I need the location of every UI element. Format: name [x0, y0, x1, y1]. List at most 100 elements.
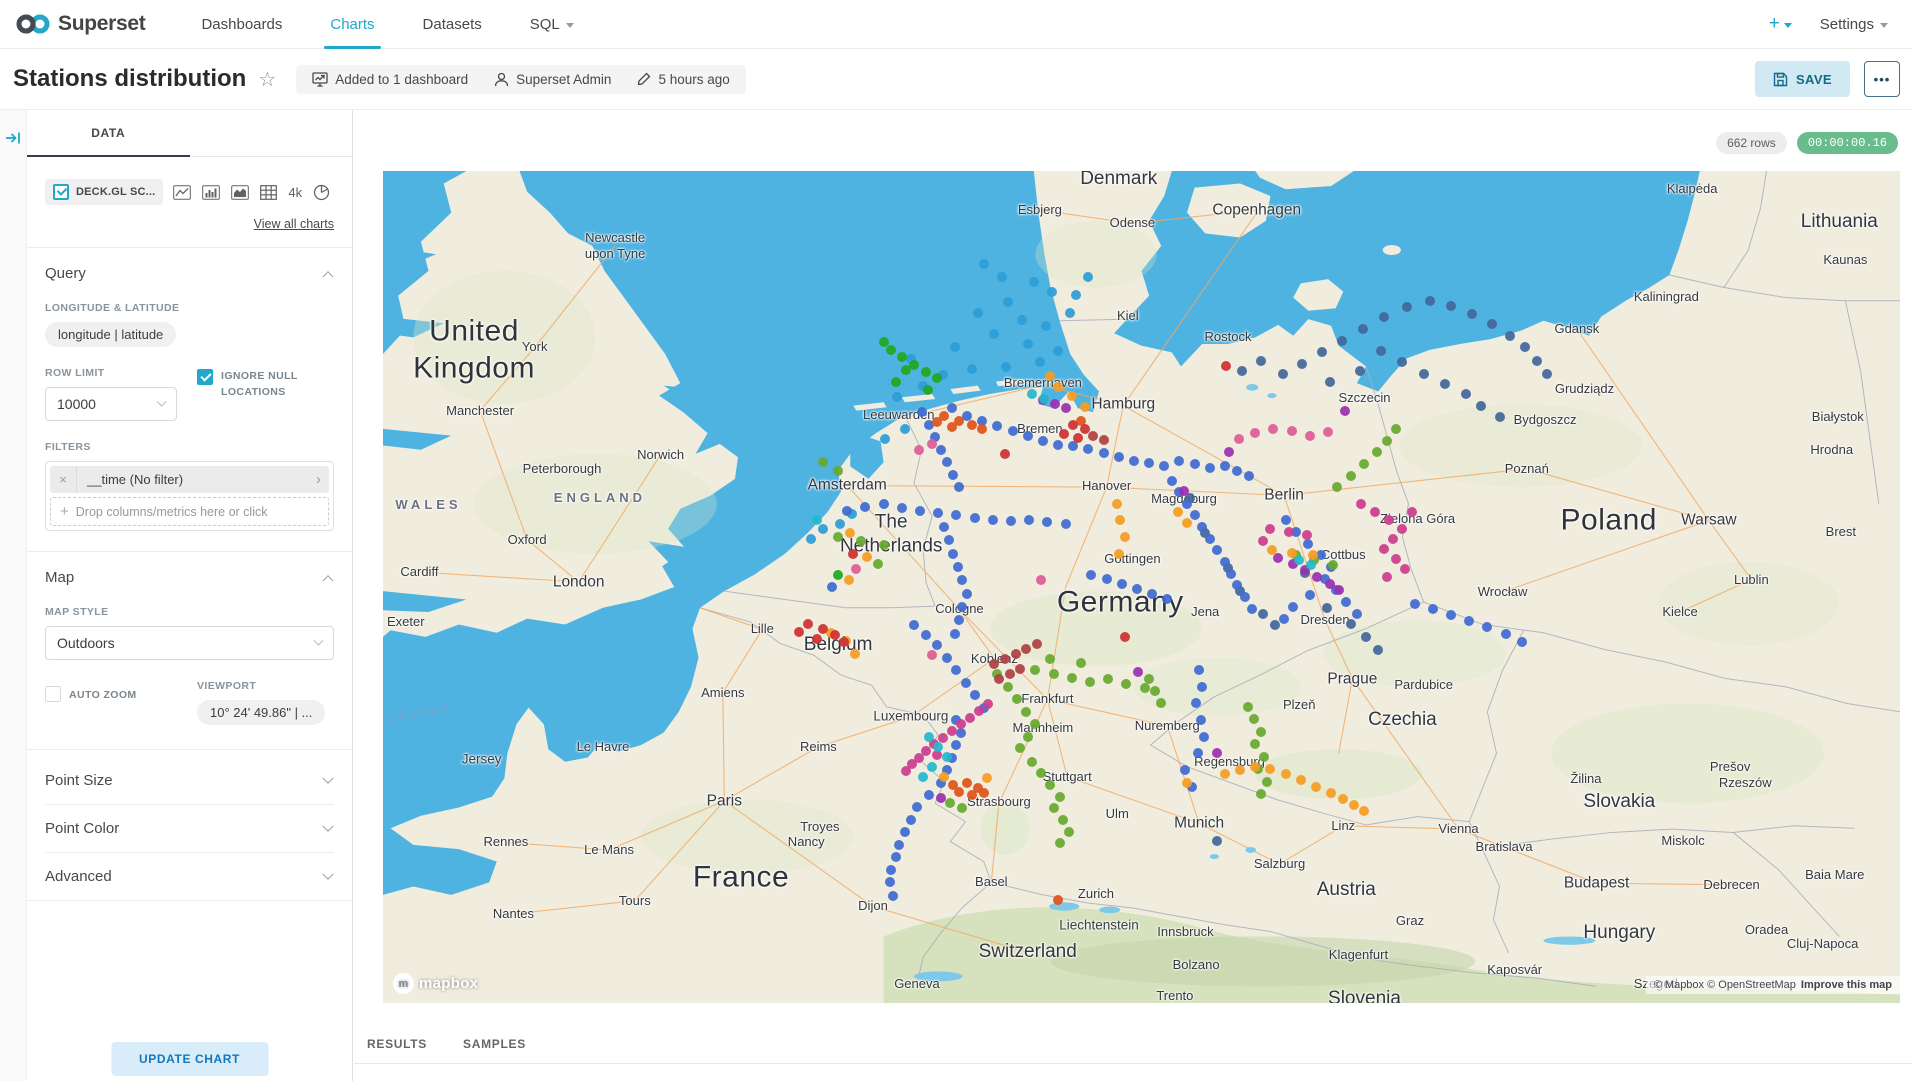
filters-box: × __time (No filter) › + Drop columns/me… — [45, 461, 334, 531]
tab-results[interactable]: RESULTS — [367, 1037, 427, 1051]
ignore-null-checkbox[interactable] — [197, 369, 213, 385]
attribution-text[interactable]: © Mapbox © OpenStreetMap — [1654, 979, 1796, 991]
query-timer-badge: 00:00:00.16 — [1797, 132, 1898, 154]
map-point — [953, 562, 963, 572]
superset-logo[interactable]: Superset — [16, 12, 145, 36]
superset-explore-page: { "nav": { "brand": "Superset", "items":… — [0, 0, 1912, 1081]
update-chart-button[interactable]: UPDATE CHART — [111, 1042, 268, 1076]
map-point — [1023, 339, 1033, 349]
map-section-title: Map — [45, 569, 74, 586]
map-point — [1193, 748, 1203, 758]
map-point — [939, 772, 949, 782]
map-point — [886, 345, 896, 355]
arrow-to-bar-icon — [5, 130, 22, 146]
map-point — [1055, 792, 1065, 802]
map-point — [1281, 515, 1291, 525]
map-point — [1190, 510, 1200, 520]
nav-item-charts[interactable]: Charts — [306, 0, 398, 48]
map-point — [1379, 544, 1389, 554]
map-point — [1505, 331, 1515, 341]
advanced-section[interactable]: Advanced — [45, 852, 334, 900]
map-point — [1053, 895, 1063, 905]
filter-drop-zone[interactable]: + Drop columns/metrics here or click — [50, 497, 329, 526]
map-point — [927, 439, 937, 449]
query-section-header[interactable]: Query — [45, 248, 334, 282]
map-point — [954, 615, 964, 625]
line-chart-icon[interactable] — [173, 185, 191, 200]
map-point — [1076, 658, 1086, 668]
map-point — [1397, 524, 1407, 534]
map-point — [942, 457, 952, 467]
map-point — [967, 364, 977, 374]
improve-map-link[interactable]: Improve this map — [1801, 979, 1892, 991]
map-point — [1296, 775, 1306, 785]
map-point — [1326, 788, 1336, 798]
filter-chip-time[interactable]: × __time (No filter) › — [50, 466, 329, 493]
viz-4k-shortcut[interactable]: 4k — [288, 185, 302, 200]
mapbox-logo[interactable]: m mapbox — [393, 973, 478, 994]
map-point — [879, 499, 889, 509]
map-point — [1337, 336, 1347, 346]
plus-icon: + — [60, 503, 69, 520]
owner-badge[interactable]: Superset Admin — [494, 72, 611, 87]
save-button[interactable]: SAVE — [1755, 61, 1850, 97]
map-point — [1391, 554, 1401, 564]
map-points — [383, 171, 1900, 1003]
map-point — [1197, 682, 1207, 692]
map-point — [982, 773, 992, 783]
remove-filter-icon[interactable]: × — [50, 466, 77, 493]
map-point — [1015, 664, 1025, 674]
tab-data[interactable]: DATA — [27, 110, 190, 156]
map-style-select[interactable]: Outdoors — [45, 626, 334, 660]
settings-label: Settings — [1820, 16, 1874, 33]
map-point — [1114, 549, 1124, 559]
last-modified-badge[interactable]: 5 hours ago — [637, 72, 729, 87]
map-point — [948, 470, 958, 480]
map-point — [1182, 518, 1192, 528]
nav-item-datasets[interactable]: Datasets — [399, 0, 506, 48]
auto-zoom-checkbox[interactable] — [45, 686, 61, 702]
deckgl-scatter-map[interactable]: United KingdomFranceGermanyPolandDenmark… — [383, 171, 1900, 1003]
settings-menu[interactable]: Settings — [1820, 16, 1888, 33]
lonlat-value-chip[interactable]: longitude | latitude — [45, 322, 176, 347]
map-point — [950, 342, 960, 352]
point-size-section[interactable]: Point Size — [45, 757, 334, 804]
nav-item-dashboards[interactable]: Dashboards — [177, 0, 306, 48]
view-all-charts-link[interactable]: View all charts — [45, 217, 334, 231]
nav-item-sql[interactable]: SQL — [506, 0, 598, 48]
map-point — [1302, 530, 1312, 540]
map-point — [845, 528, 855, 538]
map-point — [833, 532, 843, 542]
map-point — [1121, 679, 1131, 689]
bar-chart-icon[interactable] — [202, 185, 220, 200]
map-point — [1000, 654, 1010, 664]
favorite-star-icon[interactable]: ☆ — [258, 67, 276, 92]
viz-type-chip[interactable]: DECK.GL SC... — [45, 179, 163, 205]
header-actions: SAVE ••• — [1755, 61, 1900, 97]
map-point — [1338, 794, 1348, 804]
nav-links: Dashboards Charts Datasets SQL — [177, 0, 597, 48]
map-point — [970, 690, 980, 700]
map-point — [1080, 424, 1090, 434]
area-chart-icon[interactable] — [231, 185, 249, 200]
point-color-section[interactable]: Point Color — [45, 804, 334, 852]
more-options-button[interactable]: ••• — [1864, 61, 1900, 97]
map-point — [983, 699, 993, 709]
expand-panel-button[interactable] — [5, 130, 22, 146]
table-icon[interactable] — [260, 185, 277, 200]
dashboard-badge[interactable]: Added to 1 dashboard — [312, 72, 468, 87]
map-point — [951, 665, 961, 675]
viewport-value-chip[interactable]: 10° 24' 49.86" | ... — [197, 700, 325, 725]
map-point — [1323, 427, 1333, 437]
map-point — [936, 793, 946, 803]
chevron-down-icon — [322, 820, 333, 831]
new-item-button[interactable]: + — [1769, 13, 1792, 35]
map-point — [1419, 369, 1429, 379]
map-point — [951, 510, 961, 520]
map-point — [1099, 435, 1109, 445]
pie-chart-icon[interactable] — [313, 184, 330, 201]
map-section-header[interactable]: Map — [45, 552, 334, 586]
row-limit-select[interactable]: 10000 — [45, 387, 177, 421]
tab-samples[interactable]: SAMPLES — [463, 1037, 526, 1051]
map-point — [1017, 315, 1027, 325]
